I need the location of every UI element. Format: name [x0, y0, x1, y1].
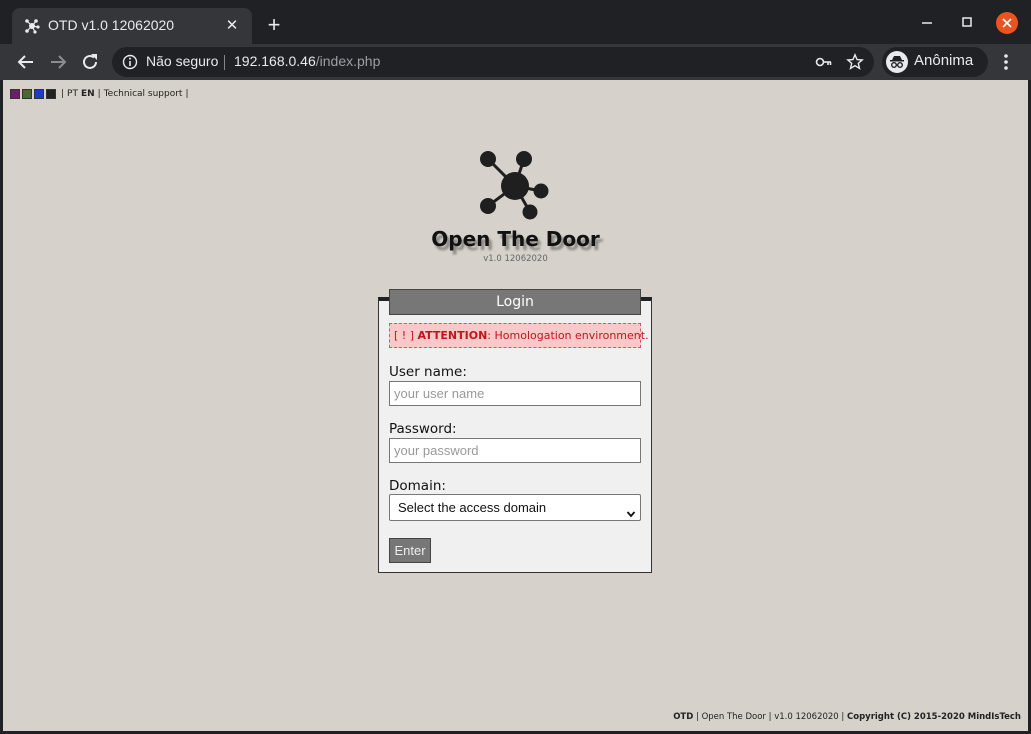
app-version: v1.0 12062020 [483, 254, 548, 264]
back-icon[interactable] [14, 50, 38, 74]
topbar-separator: | [61, 89, 65, 99]
profile-label: Anônima [914, 52, 974, 69]
info-icon[interactable] [122, 54, 138, 70]
username-field[interactable]: your user name [389, 381, 641, 406]
address-bar[interactable]: Não seguro 192.168.0.46/index.php [112, 47, 874, 77]
chevron-down-icon [626, 502, 636, 518]
footer-copyright: Copyright (C) 2015-2020 MindIsTech [847, 712, 1021, 722]
app-logo-icon [478, 149, 552, 223]
key-icon[interactable] [815, 54, 833, 70]
domain-selected-value: Select the access domain [398, 500, 547, 515]
technical-support-link[interactable]: Technical support [104, 89, 183, 99]
username-label: User name: [389, 364, 467, 380]
login-header: Login [389, 289, 641, 315]
alert-text: : Homologation environment. [487, 329, 649, 342]
password-label: Password: [389, 421, 457, 437]
browser-toolbar: Não seguro 192.168.0.46/index.php Anônim… [0, 44, 1031, 80]
network-hub-icon [24, 18, 40, 34]
alert-strong: ATTENTION [417, 329, 488, 342]
url-path: /index.php [315, 53, 381, 69]
address-divider [224, 55, 225, 70]
theme-swatch-green[interactable] [22, 89, 32, 99]
tab-close-icon[interactable]: ✕ [222, 15, 242, 35]
url-host: 192.168.0.46 [234, 53, 316, 69]
incognito-profile-button[interactable]: Anônima [882, 47, 988, 77]
lang-en-link[interactable]: EN [81, 89, 95, 99]
topbar-separator: | [97, 89, 101, 99]
security-status[interactable]: Não seguro [146, 53, 218, 69]
reload-icon[interactable] [78, 50, 102, 74]
login-form: Login [ ! ] ATTENTION: Homologation envi… [378, 289, 652, 573]
footer-version: v1.0 12062020 [774, 712, 839, 722]
footer-app-short: OTD [673, 712, 694, 722]
incognito-icon [886, 51, 908, 73]
browser-tab[interactable]: OTD v1.0 12062020 ✕ [12, 8, 252, 44]
window-close-icon[interactable] [996, 12, 1018, 34]
browser-titlebar: OTD v1.0 12062020 ✕ + [0, 0, 1031, 44]
password-field[interactable]: your password [389, 438, 641, 463]
footer-separator: | [765, 712, 775, 722]
new-tab-icon[interactable]: + [262, 14, 286, 38]
lang-pt-link[interactable]: PT [67, 89, 78, 99]
page-viewport: | PT EN | Technical support | Open The D… [3, 80, 1028, 731]
domain-label: Domain: [389, 478, 446, 494]
page-footer: OTD | Open The Door | v1.0 12062020 | Co… [673, 712, 1021, 722]
topbar-separator: | [185, 89, 189, 99]
kebab-menu-icon[interactable] [996, 52, 1016, 72]
theme-swatch-black[interactable] [46, 89, 56, 99]
enter-button[interactable]: Enter [389, 538, 431, 563]
page-topbar: | PT EN | Technical support | [10, 88, 192, 100]
app-title: Open The Door [431, 227, 600, 251]
footer-app-name: Open The Door [701, 712, 766, 722]
domain-select[interactable]: Select the access domain [389, 494, 641, 521]
maximize-icon[interactable] [957, 12, 977, 32]
theme-swatch-blue[interactable] [34, 89, 44, 99]
footer-separator: | [693, 712, 702, 722]
tab-title: OTD v1.0 12062020 [48, 17, 175, 33]
alert-prefix: [ ! ] [394, 329, 414, 342]
bookmark-star-icon[interactable] [846, 53, 864, 71]
url-text[interactable]: 192.168.0.46/index.php [234, 53, 380, 69]
environment-alert: [ ! ] ATTENTION: Homologation environmen… [389, 323, 649, 348]
footer-separator: | [838, 712, 847, 722]
theme-swatch-purple[interactable] [10, 89, 20, 99]
forward-icon[interactable] [46, 50, 70, 74]
minimize-icon[interactable] [917, 12, 937, 32]
